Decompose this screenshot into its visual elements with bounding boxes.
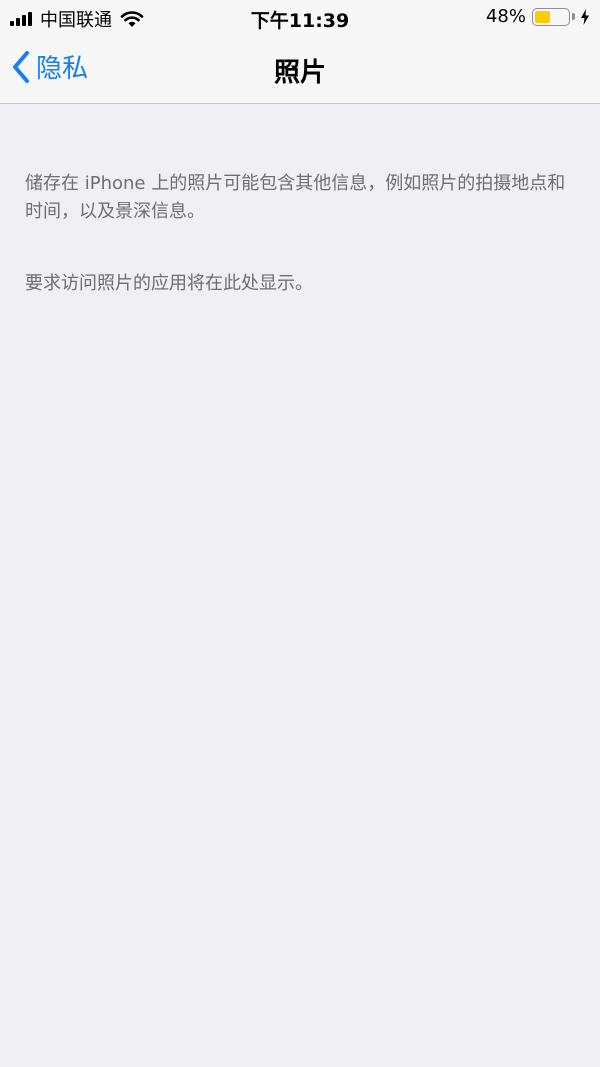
page-title: 照片 [273,58,326,88]
status-right: 48% [486,6,590,27]
navigation-bar: 隐私 照片 [0,34,600,104]
battery-cap [572,13,575,20]
photos-privacy-description: 储存在 iPhone 上的照片可能包含其他信息，例如照片的拍摄地点和时间，以及景… [25,173,566,222]
battery-icon [532,7,570,26]
battery-percent: 48% [485,6,526,27]
charging-bolt-icon [581,8,589,25]
battery-level-fill [535,10,551,23]
empty-apps-message: 要求访问照片的应用将在此处显示。 [25,273,313,294]
status-bar: 中国联通 下午11:39 48% [0,0,600,34]
